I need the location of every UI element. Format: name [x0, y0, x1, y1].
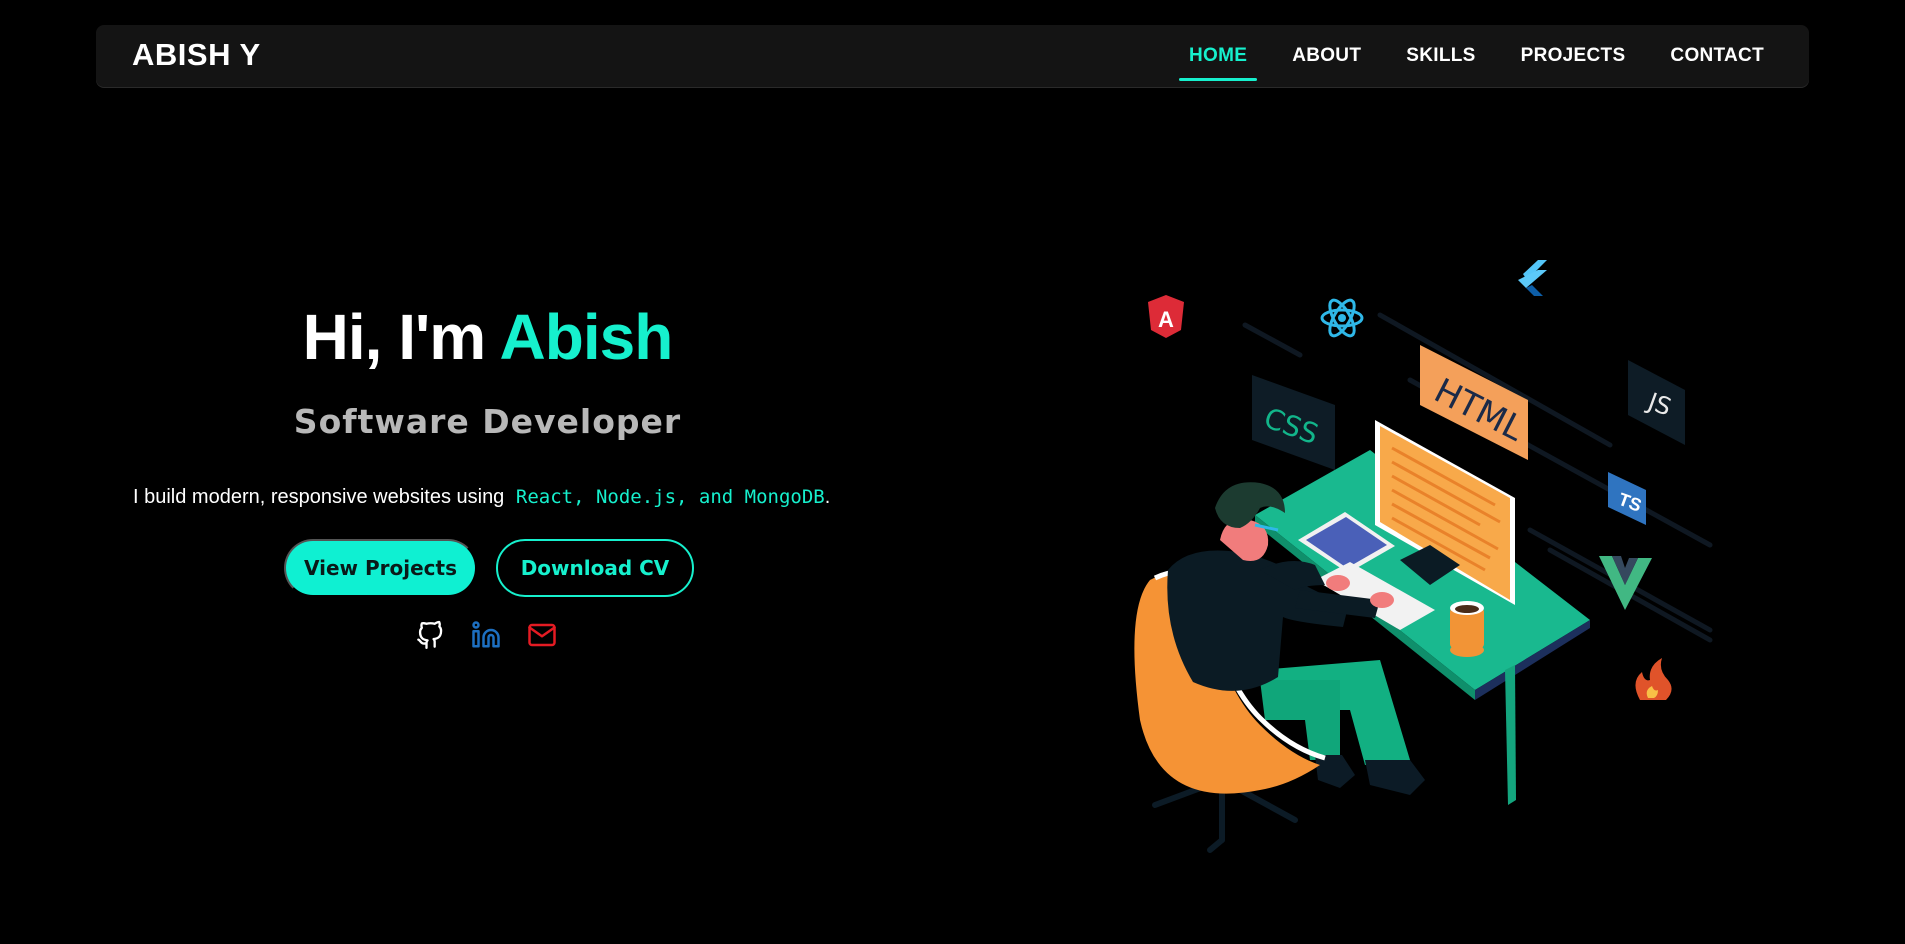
tagline-text: I build modern, responsive websites usin… [133, 486, 510, 508]
nav-links: HOME ABOUT SKILLS PROJECTS CONTACT [1144, 25, 1764, 87]
angular-icon: A [1148, 295, 1184, 338]
js-icon: JS [1628, 360, 1685, 445]
hero-greeting: Hi, I'm Abish [0, 300, 975, 374]
flame-icon [1635, 658, 1672, 700]
flutter-icon [1518, 260, 1547, 296]
social-links [414, 619, 557, 650]
right-hand [1370, 592, 1394, 608]
hero-intro: Hi, I'm Abish Software Developer I build… [0, 300, 975, 649]
nav-link-skills[interactable]: SKILLS [1406, 45, 1475, 67]
tagline-tech: React, Node.js, and MongoDB [515, 486, 825, 508]
hero-role: Software Developer [293, 402, 682, 441]
site-logo[interactable]: ABISH Y [132, 37, 261, 73]
nav-link-projects[interactable]: PROJECTS [1521, 45, 1626, 67]
mail-icon[interactable] [526, 619, 557, 650]
css-icon: CSS [1252, 375, 1335, 470]
view-projects-button[interactable]: View Projects [284, 539, 477, 597]
nav-link-contact[interactable]: CONTACT [1670, 45, 1764, 67]
navbar: ABISH Y HOME ABOUT SKILLS PROJECTS CONTA… [96, 25, 1809, 87]
linkedin-icon[interactable] [470, 619, 501, 650]
html-icon: HTML [1420, 345, 1530, 460]
greeting-prefix: Hi, I'm [302, 301, 500, 373]
greeting-name: Abish [499, 301, 674, 373]
developer-illustration: A CSS JS TS HTML [1110, 240, 1750, 860]
typescript-icon: TS [1608, 472, 1646, 525]
github-icon[interactable] [414, 619, 445, 650]
nav-link-home[interactable]: HOME [1178, 45, 1258, 81]
download-cv-button[interactable]: Download CV [496, 539, 694, 597]
tagline-end: . [824, 486, 831, 508]
nav-link-about[interactable]: ABOUT [1292, 45, 1361, 67]
svg-text:A: A [1158, 307, 1174, 332]
hero-tagline: I build modern, responsive websites usin… [133, 486, 830, 509]
coffee-mug [1450, 601, 1484, 657]
react-icon [1320, 298, 1364, 338]
left-hand [1326, 575, 1350, 591]
